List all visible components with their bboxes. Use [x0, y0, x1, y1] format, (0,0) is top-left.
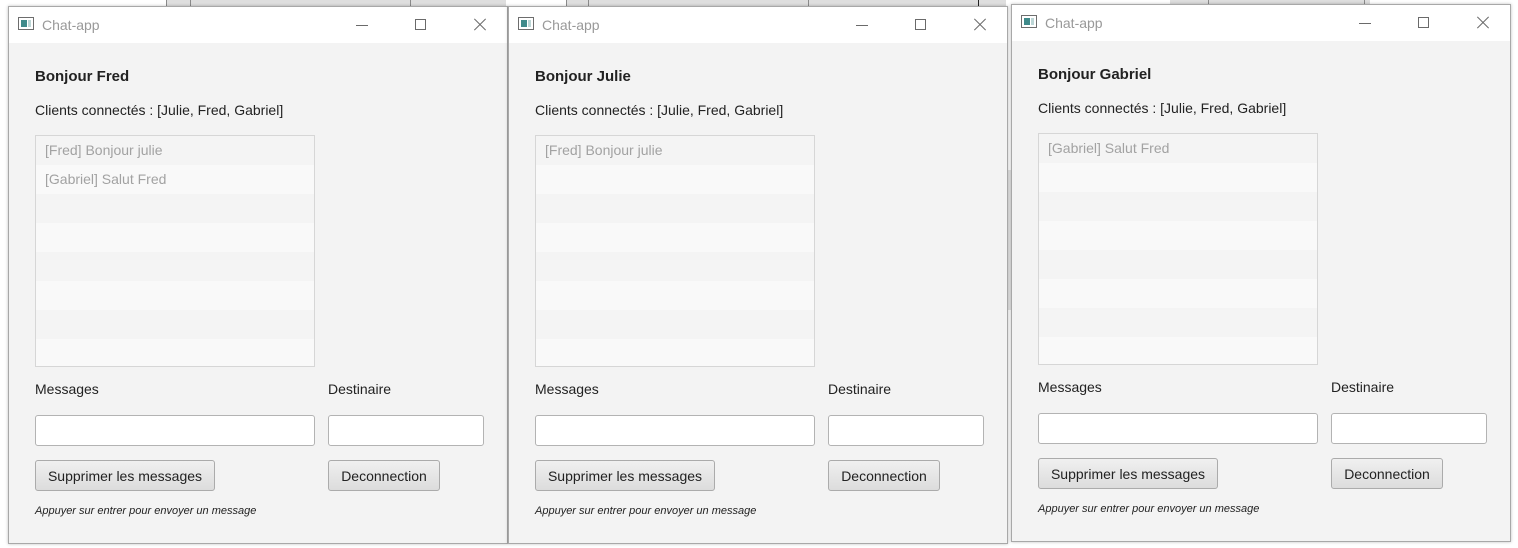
maximize-icon[interactable] [1409, 9, 1439, 37]
window-title: Chat-app [42, 17, 100, 33]
message-list[interactable]: [Fred] Bonjour julie [535, 135, 815, 367]
connected-clients-label: Clients connectés : [Julie, Fred, Gabrie… [535, 102, 784, 118]
message-input[interactable] [535, 415, 815, 446]
chat-window-julie: Chat-app Bonjour Julie Clients connectés… [508, 6, 1008, 544]
recipient-input[interactable] [828, 415, 984, 446]
recipient-input[interactable] [1331, 413, 1487, 444]
greeting-label: Bonjour Gabriel [1038, 66, 1152, 83]
message-input[interactable] [1038, 413, 1318, 444]
clear-messages-button[interactable]: Supprimer les messages [535, 460, 715, 491]
close-icon[interactable] [964, 11, 994, 39]
clear-messages-button[interactable]: Supprimer les messages [35, 460, 215, 491]
recipient-label: Destinaire [1331, 379, 1395, 395]
message-list[interactable]: [Fred] Bonjour julie [Gabriel] Salut Fre… [35, 135, 315, 367]
recipient-label: Destinaire [828, 381, 892, 397]
minimize-icon[interactable] [847, 11, 877, 39]
title-bar[interactable]: Chat-app [9, 7, 507, 43]
chat-window-gabriel: Chat-app Bonjour Gabriel Clients connect… [1011, 4, 1511, 542]
list-item[interactable]: [Gabriel] Salut Fred [36, 165, 314, 194]
send-hint: Appuyer sur entrer pour envoyer un messa… [35, 505, 257, 517]
title-bar[interactable]: Chat-app [1012, 5, 1510, 41]
messages-label: Messages [1038, 379, 1102, 395]
minimize-icon[interactable] [347, 11, 377, 39]
clear-messages-button[interactable]: Supprimer les messages [1038, 458, 1218, 489]
messages-label: Messages [535, 381, 599, 397]
app-window-icon [1021, 15, 1037, 28]
chat-window-fred: Chat-app Bonjour Fred Clients connectés … [8, 6, 508, 544]
close-icon[interactable] [464, 11, 494, 39]
recipient-input[interactable] [328, 415, 484, 446]
send-hint: Appuyer sur entrer pour envoyer un messa… [1038, 503, 1260, 515]
title-bar[interactable]: Chat-app [509, 7, 1007, 43]
list-item[interactable]: [Gabriel] Salut Fred [1039, 134, 1317, 163]
maximize-icon[interactable] [906, 11, 936, 39]
messages-label: Messages [35, 381, 99, 397]
window-title: Chat-app [542, 17, 600, 33]
send-hint: Appuyer sur entrer pour envoyer un messa… [535, 505, 757, 517]
close-icon[interactable] [1467, 9, 1497, 37]
maximize-icon[interactable] [406, 11, 436, 39]
disconnect-button[interactable]: Deconnection [1331, 458, 1443, 489]
recipient-label: Destinaire [328, 381, 392, 397]
disconnect-button[interactable]: Deconnection [828, 460, 940, 491]
app-window-icon [18, 17, 34, 30]
list-item[interactable]: [Fred] Bonjour julie [36, 136, 314, 165]
greeting-label: Bonjour Julie [535, 68, 631, 85]
window-title: Chat-app [1045, 15, 1103, 31]
connected-clients-label: Clients connectés : [Julie, Fred, Gabrie… [1038, 100, 1287, 116]
message-input[interactable] [35, 415, 315, 446]
disconnect-button[interactable]: Deconnection [328, 460, 440, 491]
message-list[interactable]: [Gabriel] Salut Fred [1038, 133, 1318, 365]
list-item[interactable]: [Fred] Bonjour julie [536, 136, 814, 165]
connected-clients-label: Clients connectés : [Julie, Fred, Gabrie… [35, 102, 284, 118]
greeting-label: Bonjour Fred [35, 68, 130, 85]
app-window-icon [518, 17, 534, 30]
minimize-icon[interactable] [1350, 9, 1380, 37]
